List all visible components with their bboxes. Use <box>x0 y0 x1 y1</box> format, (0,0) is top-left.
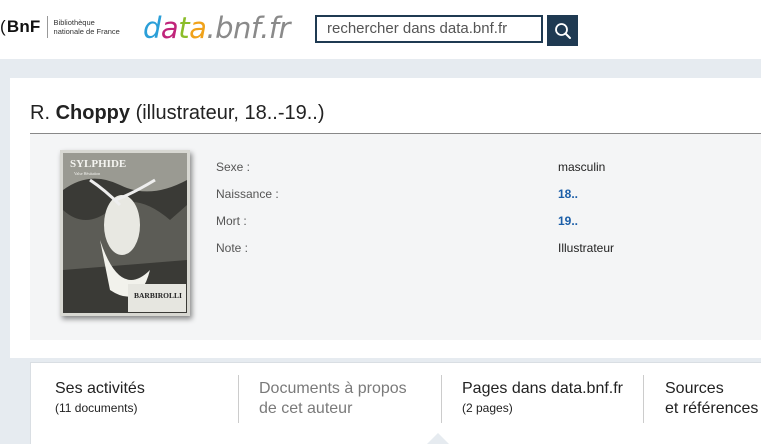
active-tab-indicator <box>427 433 449 444</box>
detail-label-mort: Mort : <box>216 214 247 228</box>
tab-pages-data-bnf[interactable]: Pages dans data.bnf.fr (2 pages) <box>462 379 623 416</box>
poster-author: BARBIROLLI <box>134 291 182 300</box>
page-title: R. Choppy (illustrateur, 18..-19..) <box>30 102 325 124</box>
data-bnf-logo[interactable]: data.bnf.fr <box>143 10 290 46</box>
author-card: R. Choppy (illustrateur, 18..-19..) SYLP… <box>10 78 761 358</box>
tab-documents-a-propos[interactable]: Documents à propos de cet auteur <box>259 379 407 419</box>
search-input[interactable]: rechercher dans data.bnf.fr <box>315 15 543 43</box>
bnf-logo-text: Bibliothèque nationale de France <box>53 18 120 36</box>
detail-value-naissance[interactable]: 18.. <box>558 187 578 201</box>
site-header: (BnF Bibliothèque nationale de France da… <box>0 0 761 59</box>
detail-label-note: Note : <box>216 241 249 255</box>
tab-sources-references[interactable]: Sources et références <box>665 379 758 419</box>
search-icon <box>554 22 571 39</box>
detail-value-note: Illustrateur <box>558 241 615 255</box>
section-tabs: Ses activités (11 documents) Documents à… <box>30 362 761 444</box>
detail-label-sexe: Sexe : <box>216 160 251 174</box>
author-details: SYLPHIDE Valse Hésitation BARBIROLLI Sex… <box>30 134 761 340</box>
detail-label-naissance: Naissance : <box>216 187 279 201</box>
poster-title: SYLPHIDE <box>70 158 126 170</box>
bnf-logo[interactable]: (BnF Bibliothèque nationale de France <box>0 14 120 40</box>
detail-value-mort[interactable]: 19.. <box>558 214 578 228</box>
poster-subtitle: Valse Hésitation <box>74 171 100 176</box>
bnf-logo-mark: (BnF <box>0 17 41 36</box>
search-button[interactable] <box>547 15 578 46</box>
detail-value-sexe: masculin <box>558 160 606 174</box>
author-image[interactable]: SYLPHIDE Valse Hésitation BARBIROLLI <box>60 150 190 316</box>
tab-activites[interactable]: Ses activités (11 documents) <box>55 379 145 416</box>
